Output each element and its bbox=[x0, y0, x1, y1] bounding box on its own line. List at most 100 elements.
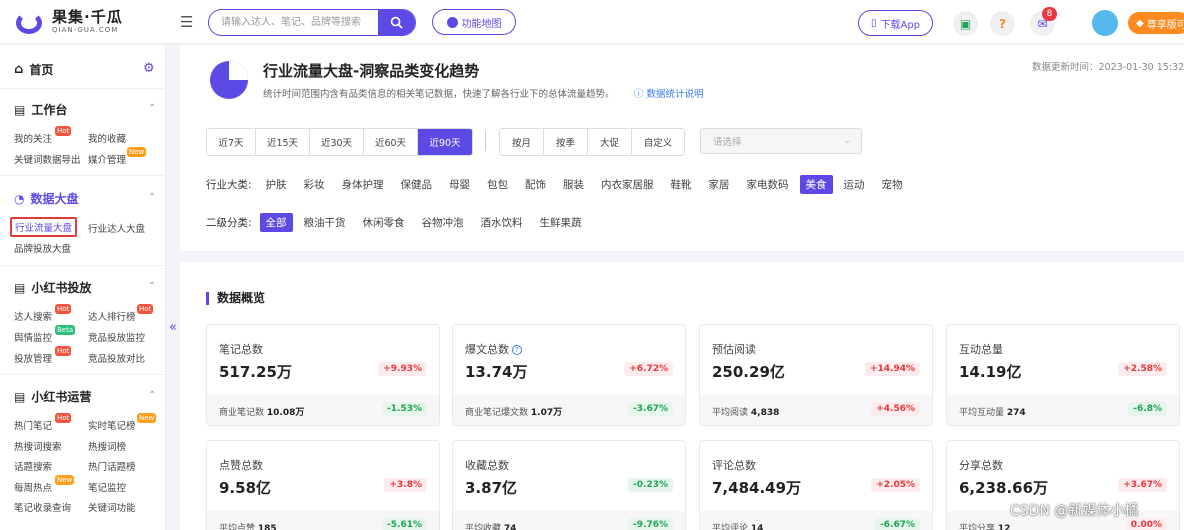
metric-card: 收藏总数 3.87亿 -0.23% 平均收藏 74 -9.76% bbox=[452, 440, 686, 530]
sidebar-item-industry-traffic[interactable]: 行业流量大盘 bbox=[10, 217, 78, 237]
sidebar-section-data-board[interactable]: ◔ 数据大盘 bbox=[14, 190, 79, 207]
time-range-15[interactable]: 近15天 bbox=[256, 129, 310, 155]
sidebar-home-label: 首页 bbox=[29, 63, 54, 77]
sidebar-item-note-index[interactable]: 笔记收录查询 bbox=[14, 500, 71, 514]
metric-sub: 平均阅读 4,838 bbox=[712, 408, 780, 418]
workbench-title: 工作台 bbox=[31, 103, 68, 117]
industry-filter: 行业大类: 护肤 彩妆 身体护理 保健品 母婴 包包 配饰 服装 内衣家居服 鞋… bbox=[206, 175, 914, 194]
search-button[interactable] bbox=[378, 10, 415, 35]
metric-value: 3.87亿 bbox=[465, 479, 518, 497]
sidebar-section-workbench[interactable]: ▤ 工作台 bbox=[14, 101, 67, 118]
sidebar-section-xhs-ops[interactable]: ▤ 小红书运营 bbox=[14, 388, 91, 405]
chevron-up-icon[interactable]: ⌃ bbox=[148, 192, 156, 203]
stats-help-link[interactable]: ⓘ 数据统计说明 bbox=[634, 86, 704, 100]
sub-option[interactable]: 酒水饮料 bbox=[475, 213, 529, 232]
hot-tag: Hot bbox=[55, 413, 72, 423]
time-range-60[interactable]: 近60天 bbox=[364, 129, 418, 155]
metric-card: 预估阅读 250.29亿 +14.94% 平均阅读 4,838 +4.56% bbox=[699, 324, 933, 426]
sidebar-item-home[interactable]: ⌂ 首页 bbox=[14, 61, 53, 78]
page-title: 行业流量大盘-洞察品类变化趋势 bbox=[263, 62, 480, 80]
briefcase-icon[interactable]: ▣ bbox=[953, 11, 978, 36]
collapse-sidebar-icon[interactable]: « bbox=[169, 320, 177, 335]
avatar[interactable] bbox=[1092, 10, 1118, 36]
sub-option[interactable]: 粮油干货 bbox=[298, 213, 352, 232]
metric-footer: 平均点赞 185 -5.61% bbox=[207, 511, 439, 530]
industry-option[interactable]: 家居 bbox=[703, 175, 736, 194]
industry-option[interactable]: 内衣家居服 bbox=[595, 175, 660, 194]
help-circle-icon[interactable]: ? bbox=[512, 345, 522, 355]
sidebar-item-ad-manage[interactable]: 投放管理 bbox=[14, 351, 52, 365]
sidebar-item-competitor-monitor[interactable]: 竞品投放监控 bbox=[88, 330, 145, 344]
function-map-button[interactable]: 功能地图 bbox=[432, 9, 516, 35]
sidebar-item-keyword-func[interactable]: 关键词功能 bbox=[88, 500, 136, 514]
gear-icon[interactable]: ⚙ bbox=[143, 61, 155, 76]
sidebar-item-industry-kol[interactable]: 行业达人大盘 bbox=[88, 221, 145, 235]
help-icon[interactable]: ? bbox=[990, 11, 1015, 36]
industry-option[interactable]: 宠物 bbox=[876, 175, 909, 194]
sidebar-item-hot-notes[interactable]: 热门笔记 bbox=[14, 418, 52, 432]
period-quarter[interactable]: 按季 bbox=[544, 129, 588, 155]
time-range-7[interactable]: 近7天 bbox=[207, 129, 256, 155]
search-input[interactable] bbox=[209, 10, 379, 35]
overview-card: 数据概览 笔记总数 517.25万 +9.93% 商业笔记数 10.08万 -1.53%… bbox=[180, 262, 1184, 530]
time-range-30[interactable]: 近30天 bbox=[310, 129, 364, 155]
sidebar-item-competitor-compare[interactable]: 竞品投放对比 bbox=[88, 351, 145, 365]
metric-change: +2.05% bbox=[871, 478, 920, 492]
industry-option[interactable]: 运动 bbox=[838, 175, 871, 194]
industry-option[interactable]: 身体护理 bbox=[336, 175, 390, 194]
metric-change: +3.67% bbox=[1118, 478, 1167, 492]
sub-option-selected[interactable]: 全部 bbox=[259, 213, 293, 232]
industry-option[interactable]: 鞋靴 bbox=[665, 175, 698, 194]
metric-sub-change: -6.8% bbox=[1128, 402, 1167, 416]
industry-label: 行业大类: bbox=[206, 179, 252, 191]
sidebar-item-topic-search[interactable]: 话题搜索 bbox=[14, 459, 52, 473]
period-promo[interactable]: 大促 bbox=[588, 129, 632, 155]
industry-option-selected[interactable]: 美食 bbox=[799, 175, 833, 194]
stats-help-label: 数据统计说明 bbox=[646, 89, 704, 100]
sidebar-section-xhs-ads[interactable]: ▤ 小红书投放 bbox=[14, 279, 91, 296]
sidebar-item-keyword-export[interactable]: 关键词数据导出 bbox=[14, 152, 81, 166]
sidebar-item-brand-ads[interactable]: 品牌投放大盘 bbox=[14, 241, 71, 255]
sidebar-item-kol-search[interactable]: 达人搜索 bbox=[14, 309, 52, 323]
period-custom[interactable]: 自定义 bbox=[632, 129, 684, 155]
sub-category-label: 二级分类: bbox=[206, 217, 252, 229]
industry-option[interactable]: 服装 bbox=[557, 175, 590, 194]
industry-option[interactable]: 保健品 bbox=[395, 175, 439, 194]
sidebar-item-media-manage[interactable]: 媒介管理 bbox=[88, 152, 126, 166]
industry-option[interactable]: 包包 bbox=[481, 175, 514, 194]
sidebar-item-hot-search-rank[interactable]: 热搜词榜 bbox=[88, 439, 126, 453]
metric-sub-change: +4.56% bbox=[871, 402, 920, 416]
metric-change: -0.23% bbox=[628, 478, 673, 492]
industry-option[interactable]: 配饰 bbox=[519, 175, 552, 194]
sidebar-item-weekly-hot[interactable]: 每周热点 bbox=[14, 480, 52, 494]
download-app-button[interactable]: ▯ 下载App bbox=[858, 10, 933, 36]
sub-option[interactable]: 休闲零食 bbox=[357, 213, 411, 232]
sidebar-item-realtime-notes[interactable]: 实时笔记榜 bbox=[88, 418, 136, 432]
chevron-up-icon[interactable]: ⌃ bbox=[148, 390, 156, 401]
sidebar-item-my-follows[interactable]: 我的关注 bbox=[14, 131, 52, 145]
vip-label: 尊享版可 bbox=[1146, 19, 1184, 31]
chevron-up-icon[interactable]: ⌃ bbox=[148, 281, 156, 292]
sub-option[interactable]: 生鲜果蔬 bbox=[534, 213, 588, 232]
logo[interactable]: 果集·千瓜 QIAN-GUA.COM bbox=[14, 8, 123, 36]
metric-sub-change: -5.61% bbox=[382, 518, 427, 530]
industry-option[interactable]: 彩妆 bbox=[298, 175, 331, 194]
sidebar-item-sentiment[interactable]: 舆情监控 bbox=[14, 330, 52, 344]
metric-sub: 平均收藏 74 bbox=[465, 524, 517, 530]
metric-change: +2.58% bbox=[1118, 362, 1167, 376]
period-month[interactable]: 按月 bbox=[500, 129, 544, 155]
sidebar-item-kol-rank[interactable]: 达人排行榜 bbox=[88, 309, 136, 323]
time-range-90[interactable]: 近90天 bbox=[418, 129, 472, 155]
sidebar-item-hot-topics[interactable]: 热门话题榜 bbox=[88, 459, 136, 473]
period-select[interactable]: 请选择 ⌄ bbox=[700, 128, 862, 154]
chevron-up-icon[interactable]: ⌃ bbox=[148, 103, 156, 114]
sidebar-item-note-monitor[interactable]: 笔记监控 bbox=[88, 480, 126, 494]
sidebar-item-hot-search[interactable]: 热搜词搜索 bbox=[14, 439, 62, 453]
menu-toggle-icon[interactable]: ☰ bbox=[180, 13, 193, 31]
industry-option[interactable]: 家电数码 bbox=[741, 175, 795, 194]
sub-option[interactable]: 谷物冲泡 bbox=[416, 213, 470, 232]
sidebar-item-my-favorites[interactable]: 我的收藏 bbox=[88, 131, 126, 145]
vip-button[interactable]: ◆ 尊享版可 bbox=[1128, 12, 1184, 34]
industry-option[interactable]: 护肤 bbox=[260, 175, 293, 194]
industry-option[interactable]: 母婴 bbox=[443, 175, 476, 194]
